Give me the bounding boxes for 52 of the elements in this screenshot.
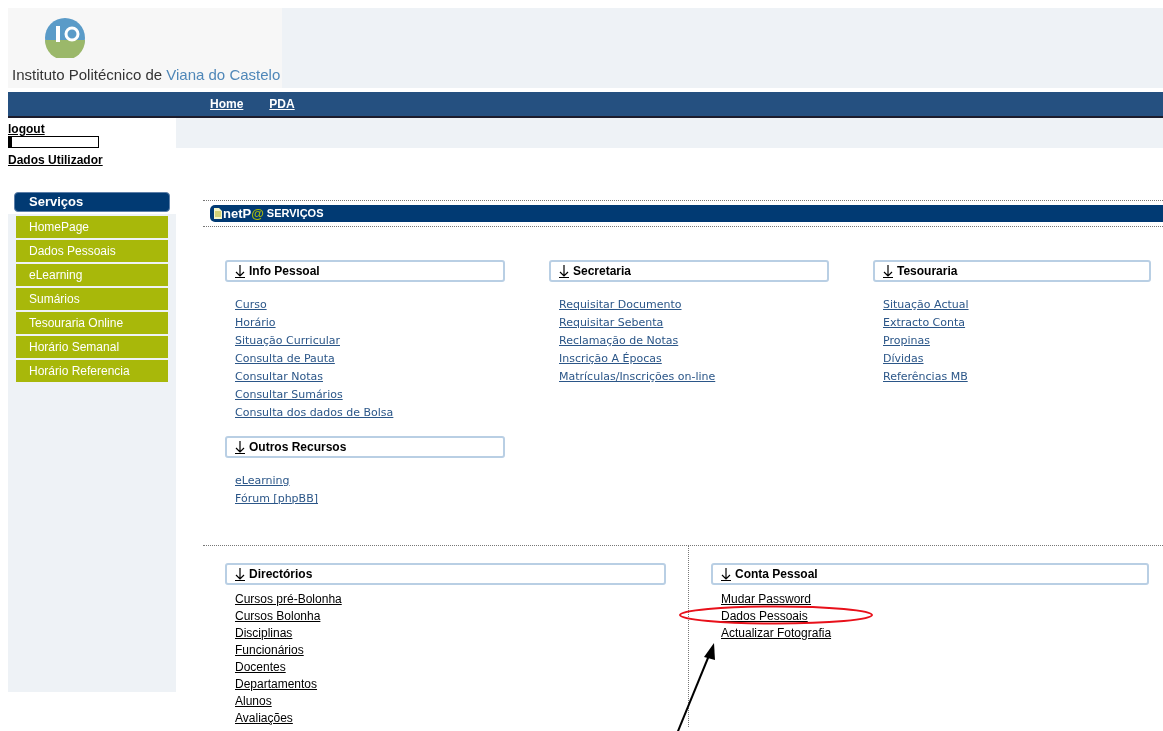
download-arrow-icon xyxy=(883,264,893,278)
input-field[interactable] xyxy=(8,136,99,148)
institution-name: Instituto Politécnico de Viana do Castelo xyxy=(12,64,278,85)
link[interactable]: Reclamação de Notas xyxy=(559,332,679,350)
download-arrow-icon xyxy=(559,264,569,278)
download-arrow-icon xyxy=(235,264,245,278)
link[interactable]: Actualizar Fotografia xyxy=(721,625,832,642)
link[interactable]: Avaliações xyxy=(235,710,293,727)
nav-link[interactable]: Home xyxy=(210,95,244,113)
link[interactable]: Consultar Sumários xyxy=(235,386,343,404)
brand-text: netP@ xyxy=(223,204,264,223)
link[interactable]: Requisitar Documento xyxy=(559,296,682,314)
user-details-link[interactable]: Dados Utilizador xyxy=(8,152,103,168)
logo-icon xyxy=(44,17,86,58)
nav-link[interactable]: PDA xyxy=(269,95,295,113)
link[interactable]: Consulta de Pauta xyxy=(235,350,335,368)
link[interactable]: Funcionários xyxy=(235,642,304,659)
link[interactable]: Consultar Notas xyxy=(235,368,323,386)
link[interactable]: Requisitar Sebenta xyxy=(559,314,664,332)
banner-title: SERVIÇOS xyxy=(266,206,324,222)
link[interactable]: Departamentos xyxy=(235,676,318,693)
link[interactable]: Consulta dos dados de Bolsa xyxy=(235,404,394,422)
section-header: Conta Pessoal xyxy=(711,563,1149,585)
link[interactable]: Extracto Conta xyxy=(883,314,966,332)
link[interactable]: Disciplinas xyxy=(235,625,293,642)
link[interactable]: Horário xyxy=(235,314,276,332)
link[interactable]: Curso xyxy=(235,296,267,314)
link[interactable]: Dívidas xyxy=(883,350,924,368)
link[interactable]: Propinas xyxy=(883,332,930,350)
link[interactable]: Inscrição A Épocas xyxy=(559,350,662,368)
link[interactable]: Alunos xyxy=(235,693,272,710)
document-icon xyxy=(214,208,222,219)
section-header: Outros Recursos xyxy=(225,436,505,458)
link[interactable]: Mudar Password xyxy=(721,591,812,608)
download-arrow-icon xyxy=(235,567,245,581)
link[interactable]: Fórum [phpBB] xyxy=(235,490,318,508)
link[interactable]: Docentes xyxy=(235,659,286,676)
link[interactable]: Situação Actual xyxy=(883,296,969,314)
section-header: Directórios xyxy=(225,563,666,585)
link[interactable]: Cursos Bolonha xyxy=(235,608,321,625)
section-header: Secretaria xyxy=(549,260,829,282)
link[interactable]: Matrículas/Inscrições on-line xyxy=(559,368,716,386)
link[interactable]: eLearning xyxy=(235,472,290,490)
logout-link[interactable]: logout xyxy=(8,122,45,136)
link[interactable]: Cursos pré-Bolonha xyxy=(235,591,342,608)
section-header: Tesouraria xyxy=(873,260,1151,282)
link[interactable]: Situação Curricular xyxy=(235,332,340,350)
sidebar-title: Serviços xyxy=(14,192,170,212)
link[interactable]: Referências MB xyxy=(883,368,968,386)
download-arrow-icon xyxy=(235,440,245,454)
section-header: Info Pessoal xyxy=(225,260,505,282)
download-arrow-icon xyxy=(721,567,731,581)
